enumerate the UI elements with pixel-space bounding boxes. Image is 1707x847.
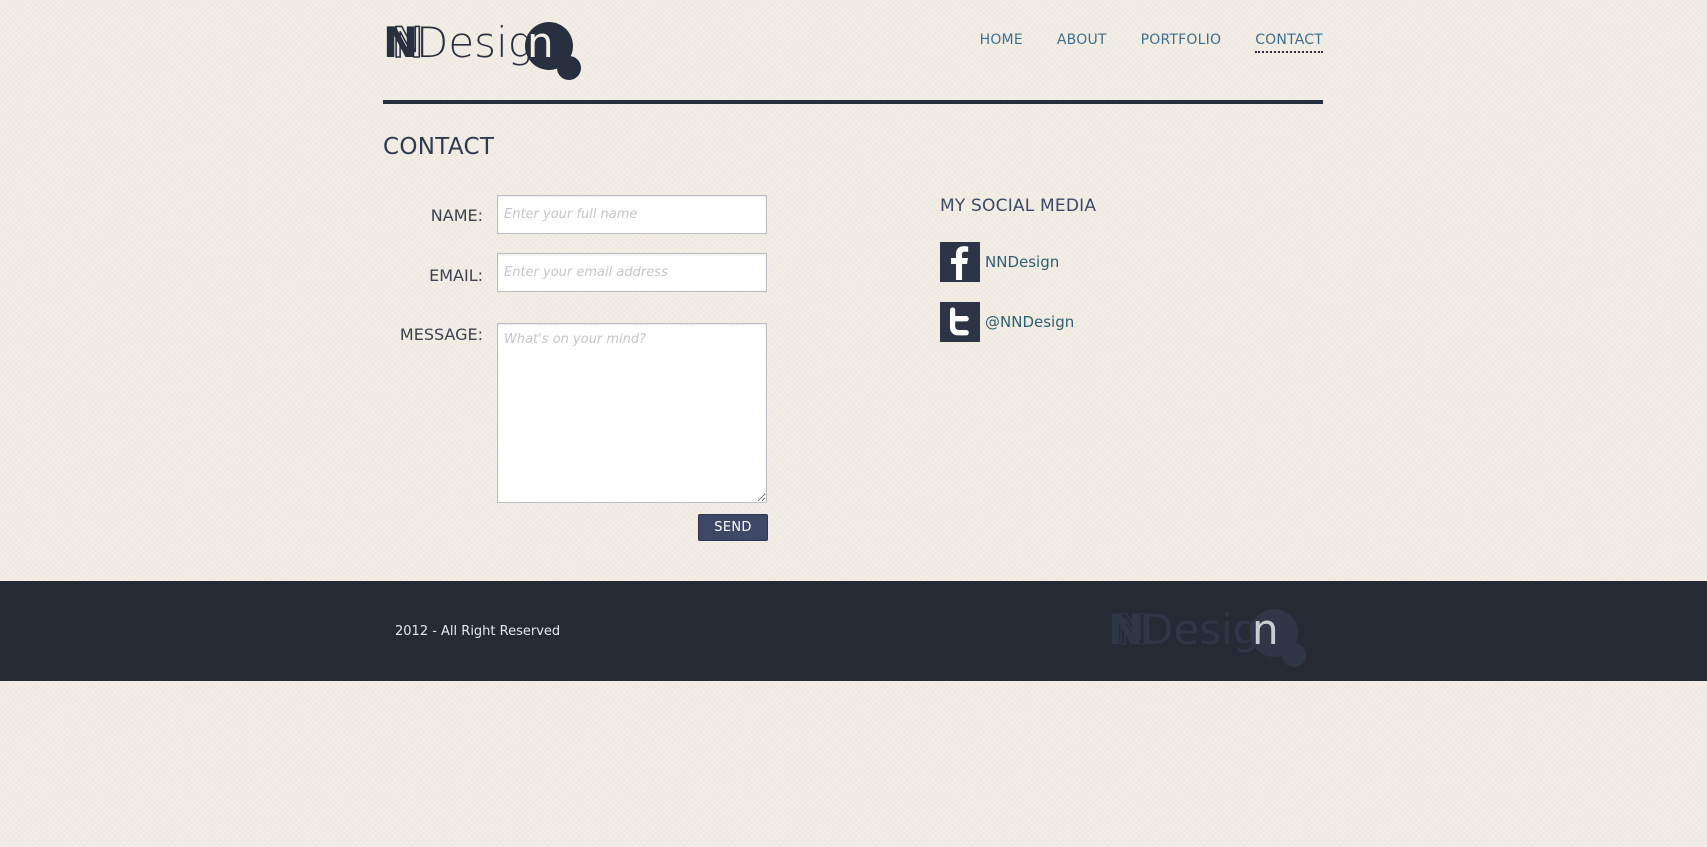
footer-logo-graphic: N N Desig n bbox=[1108, 604, 1306, 667]
facebook-link[interactable]: NNDesign bbox=[985, 253, 1059, 271]
nav-about[interactable]: ABOUT bbox=[1057, 32, 1107, 53]
twitter-link[interactable]: @NNDesign bbox=[985, 313, 1074, 331]
svg-text:n: n bbox=[1252, 605, 1279, 654]
send-button[interactable]: SEND bbox=[698, 514, 768, 541]
copyright-text: 2012 - All Right Reserved bbox=[395, 624, 561, 639]
main-nav: HOME ABOUT PORTFOLIO CONTACT bbox=[980, 32, 1323, 53]
nav-home[interactable]: HOME bbox=[980, 32, 1023, 53]
message-textarea[interactable] bbox=[497, 323, 767, 503]
svg-text:Desig: Desig bbox=[1141, 605, 1259, 654]
svg-text:Desig: Desig bbox=[416, 18, 533, 67]
logo-graphic: N N Desig n bbox=[383, 18, 581, 80]
svg-text:n: n bbox=[527, 18, 554, 67]
name-input[interactable] bbox=[497, 195, 767, 234]
twitter-icon[interactable] bbox=[940, 302, 980, 342]
social-item-facebook[interactable]: NNDesign bbox=[940, 242, 1059, 282]
social-title: MY SOCIAL MEDIA bbox=[940, 196, 1097, 216]
name-label: NAME: bbox=[430, 206, 483, 225]
page-title: CONTACT bbox=[383, 134, 495, 160]
email-label: EMAIL: bbox=[429, 266, 483, 285]
email-input[interactable] bbox=[497, 253, 767, 292]
nav-portfolio[interactable]: PORTFOLIO bbox=[1141, 32, 1222, 53]
footer-logo[interactable]: N N Desig n bbox=[1108, 604, 1318, 671]
site-footer: 2012 - All Right Reserved N N Desig n bbox=[0, 581, 1707, 681]
header-divider bbox=[383, 100, 1323, 104]
site-logo[interactable]: N N Desig n bbox=[383, 18, 593, 84]
nav-contact[interactable]: CONTACT bbox=[1255, 32, 1323, 53]
social-item-twitter[interactable]: @NNDesign bbox=[940, 302, 1074, 342]
message-label: MESSAGE: bbox=[399, 325, 483, 344]
facebook-icon[interactable] bbox=[940, 242, 980, 282]
